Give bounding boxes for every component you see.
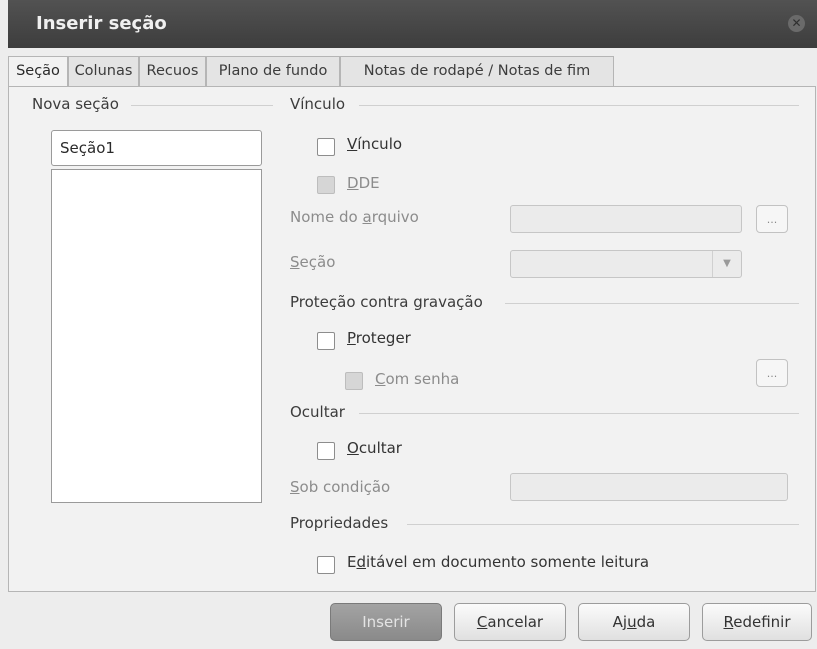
- cancel-button[interactable]: Cancelar: [454, 603, 566, 641]
- protect-label: Proteger: [347, 329, 411, 347]
- link-checkbox[interactable]: [317, 138, 335, 156]
- editable-readonly-checkbox[interactable]: [317, 556, 335, 574]
- close-icon[interactable]: ✕: [788, 15, 805, 32]
- tab-background[interactable]: Plano de fundo: [206, 56, 340, 86]
- password-button[interactable]: ...: [756, 359, 788, 387]
- hide-checkbox[interactable]: [317, 442, 335, 460]
- link-heading: Vínculo: [290, 95, 346, 113]
- condition-label: Sob condição: [290, 478, 391, 496]
- tab-footnotes-endnotes[interactable]: Notas de rodapé / Notas de fim: [340, 56, 614, 86]
- insert-section-dialog: Inserir seção ✕ Seção Colunas Recuos Pla…: [0, 0, 817, 649]
- divider: [359, 413, 799, 414]
- with-password-checkbox[interactable]: [345, 372, 363, 390]
- help-button[interactable]: Ajuda: [578, 603, 690, 641]
- with-password-label: Com senha: [375, 370, 460, 388]
- filename-field[interactable]: [510, 205, 742, 233]
- section-tab-panel: Nova seção Seção1 Vínculo Vínculo DDE No…: [8, 86, 816, 592]
- link-section-label: Seção: [290, 253, 336, 271]
- link-section-dropdown[interactable]: ▼: [510, 250, 742, 278]
- write-protection-heading: Proteção contra gravação: [290, 293, 483, 311]
- properties-heading: Propriedades: [290, 514, 389, 532]
- new-section-heading: Nova seção: [32, 95, 119, 113]
- chevron-down-icon: ▼: [712, 251, 741, 277]
- reset-button[interactable]: Redefinir: [702, 603, 812, 641]
- protect-checkbox[interactable]: [317, 332, 335, 350]
- hide-heading: Ocultar: [290, 403, 345, 421]
- link-label: Vínculo: [347, 135, 403, 153]
- divider: [505, 303, 799, 304]
- window-title: Inserir seção: [36, 13, 167, 34]
- divider: [359, 105, 799, 106]
- divider: [407, 524, 799, 525]
- tab-section[interactable]: Seção: [8, 56, 68, 87]
- dde-label: DDE: [347, 174, 380, 192]
- section-list[interactable]: [51, 169, 262, 503]
- filename-label: Nome do arquivo: [290, 208, 419, 226]
- insert-button[interactable]: Inserir: [330, 603, 442, 641]
- tab-indents[interactable]: Recuos: [139, 56, 206, 86]
- divider: [131, 105, 273, 106]
- section-name-input[interactable]: Seção1: [51, 130, 262, 166]
- title-bar: Inserir seção ✕: [8, 0, 817, 48]
- filename-browse-button[interactable]: ...: [756, 205, 788, 233]
- tab-columns[interactable]: Colunas: [68, 56, 139, 86]
- dde-checkbox[interactable]: [317, 176, 335, 194]
- editable-readonly-label: Editável em documento somente leitura: [347, 553, 650, 571]
- hide-label: Ocultar: [347, 439, 402, 457]
- condition-field[interactable]: [510, 473, 788, 501]
